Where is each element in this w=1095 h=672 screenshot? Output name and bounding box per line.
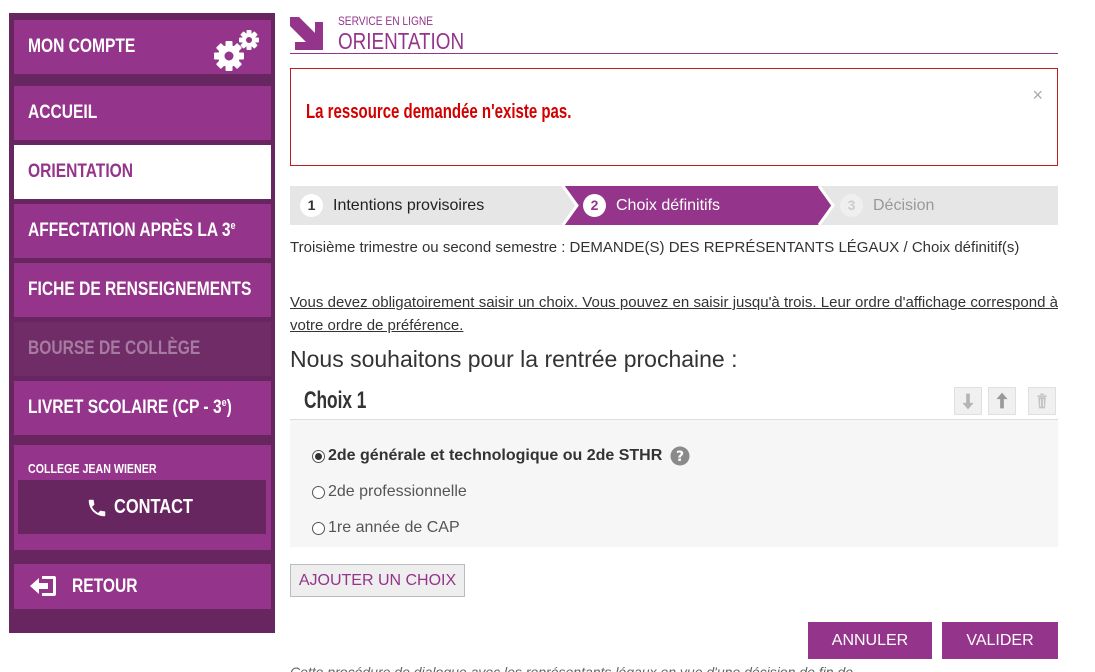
sidebar: MON COMPTE ACCUEIL ORIENTATION AFFECTATI…: [9, 13, 275, 633]
svg-text:?: ?: [676, 449, 684, 465]
arrow-down-right-icon: [290, 17, 323, 50]
sign-out-icon: [30, 576, 56, 596]
sidebar-item-label: BOURSE DE COLLÈGE: [28, 338, 201, 359]
radio-button[interactable]: [312, 449, 325, 463]
page-header: SERVICE EN LIGNE ORIENTATION: [290, 12, 1058, 54]
step-number: 1: [300, 194, 323, 217]
choice-header: Choix 1: [290, 382, 1058, 420]
error-alert: La ressource demandée n'existe pas. ×: [290, 68, 1058, 166]
sidebar-item-label: ACCUEIL: [28, 102, 98, 123]
question-circle-icon[interactable]: ?: [670, 446, 690, 466]
step-label: Intentions provisoires: [333, 197, 485, 214]
radio-button[interactable]: [312, 521, 325, 535]
alert-message: La ressource demandée n'existe pas.: [306, 101, 572, 123]
college-panel: COLLEGE JEAN WIENER CONTACT: [14, 445, 271, 550]
close-icon[interactable]: ×: [1032, 85, 1043, 106]
arrow-up-icon: [996, 392, 1008, 409]
option-2de-pro[interactable]: 2de professionnelle: [312, 483, 467, 501]
gear-icon: [214, 30, 259, 71]
step-label: Décision: [873, 197, 935, 214]
delete-choice-button[interactable]: [1028, 387, 1056, 415]
contact-label: CONTACT: [114, 496, 193, 518]
sidebar-item-affectation[interactable]: AFFECTATION APRÈS LA 3e: [14, 204, 271, 258]
service-label: SERVICE EN LIGNE: [338, 14, 434, 28]
sidebar-item-livret-scolaire[interactable]: LIVRET SCOLAIRE (CP - 3e): [14, 381, 271, 435]
cancel-button[interactable]: ANNULER: [808, 622, 932, 659]
option-cap[interactable]: 1re année de CAP: [312, 519, 460, 537]
validate-button[interactable]: VALIDER: [942, 622, 1058, 659]
move-down-button[interactable]: [954, 387, 982, 415]
progress-steps: 1 Intentions provisoires 2 Choix définit…: [290, 186, 1058, 225]
step-number: 2: [583, 194, 606, 217]
intro-text: Troisième trimestre ou second semestre :…: [290, 239, 1020, 256]
back-label: RETOUR: [72, 575, 138, 597]
footnote-text: Cette procédure de dialogue avec les rep…: [290, 664, 854, 672]
sidebar-item-fiche-renseignements[interactable]: FICHE DE RENSEIGNEMENTS: [14, 263, 271, 317]
choice-title: Choix 1: [304, 387, 367, 414]
trash-icon: [1037, 393, 1047, 409]
step-number: 3: [840, 194, 863, 217]
add-choice-button[interactable]: AJOUTER UN CHOIX: [290, 564, 465, 597]
sidebar-item-label: FICHE DE RENSEIGNEMENTS: [28, 279, 252, 300]
college-name: COLLEGE JEAN WIENER: [28, 461, 157, 476]
wish-heading: Nous souhaitons pour la rentrée prochain…: [290, 346, 738, 372]
arrow-down-icon: [962, 393, 974, 410]
contact-button[interactable]: CONTACT: [18, 480, 266, 534]
choice-panel: Choix 1 2de générale et technologique ou…: [290, 382, 1058, 547]
sidebar-item-mon-compte[interactable]: MON COMPTE: [14, 20, 271, 74]
sidebar-item-bourse: BOURSE DE COLLÈGE: [14, 322, 271, 376]
back-button[interactable]: RETOUR: [14, 564, 271, 609]
instruction-text: Vous devez obligatoirement saisir un cho…: [290, 294, 1058, 334]
sidebar-item-label: ORIENTATION: [28, 161, 134, 182]
phone-icon: [88, 499, 106, 516]
move-up-button[interactable]: [988, 387, 1016, 415]
page-title: ORIENTATION: [338, 28, 465, 54]
option-label: 1re année de CAP: [328, 519, 460, 536]
radio-button[interactable]: [312, 485, 325, 499]
option-2de-gt[interactable]: 2de générale et technologique ou 2de STH…: [312, 446, 690, 466]
sidebar-item-label: MON COMPTE: [28, 36, 136, 57]
step-label: Choix définitifs: [616, 197, 721, 214]
option-label: 2de générale et technologique ou 2de STH…: [328, 447, 663, 464]
sidebar-item-accueil[interactable]: ACCUEIL: [14, 86, 271, 140]
sidebar-item-label: LIVRET SCOLAIRE (CP - 3e): [28, 396, 232, 419]
sidebar-item-orientation[interactable]: ORIENTATION: [14, 145, 271, 199]
option-label: 2de professionnelle: [328, 483, 467, 500]
sidebar-item-label: AFFECTATION APRÈS LA 3e: [28, 219, 236, 242]
